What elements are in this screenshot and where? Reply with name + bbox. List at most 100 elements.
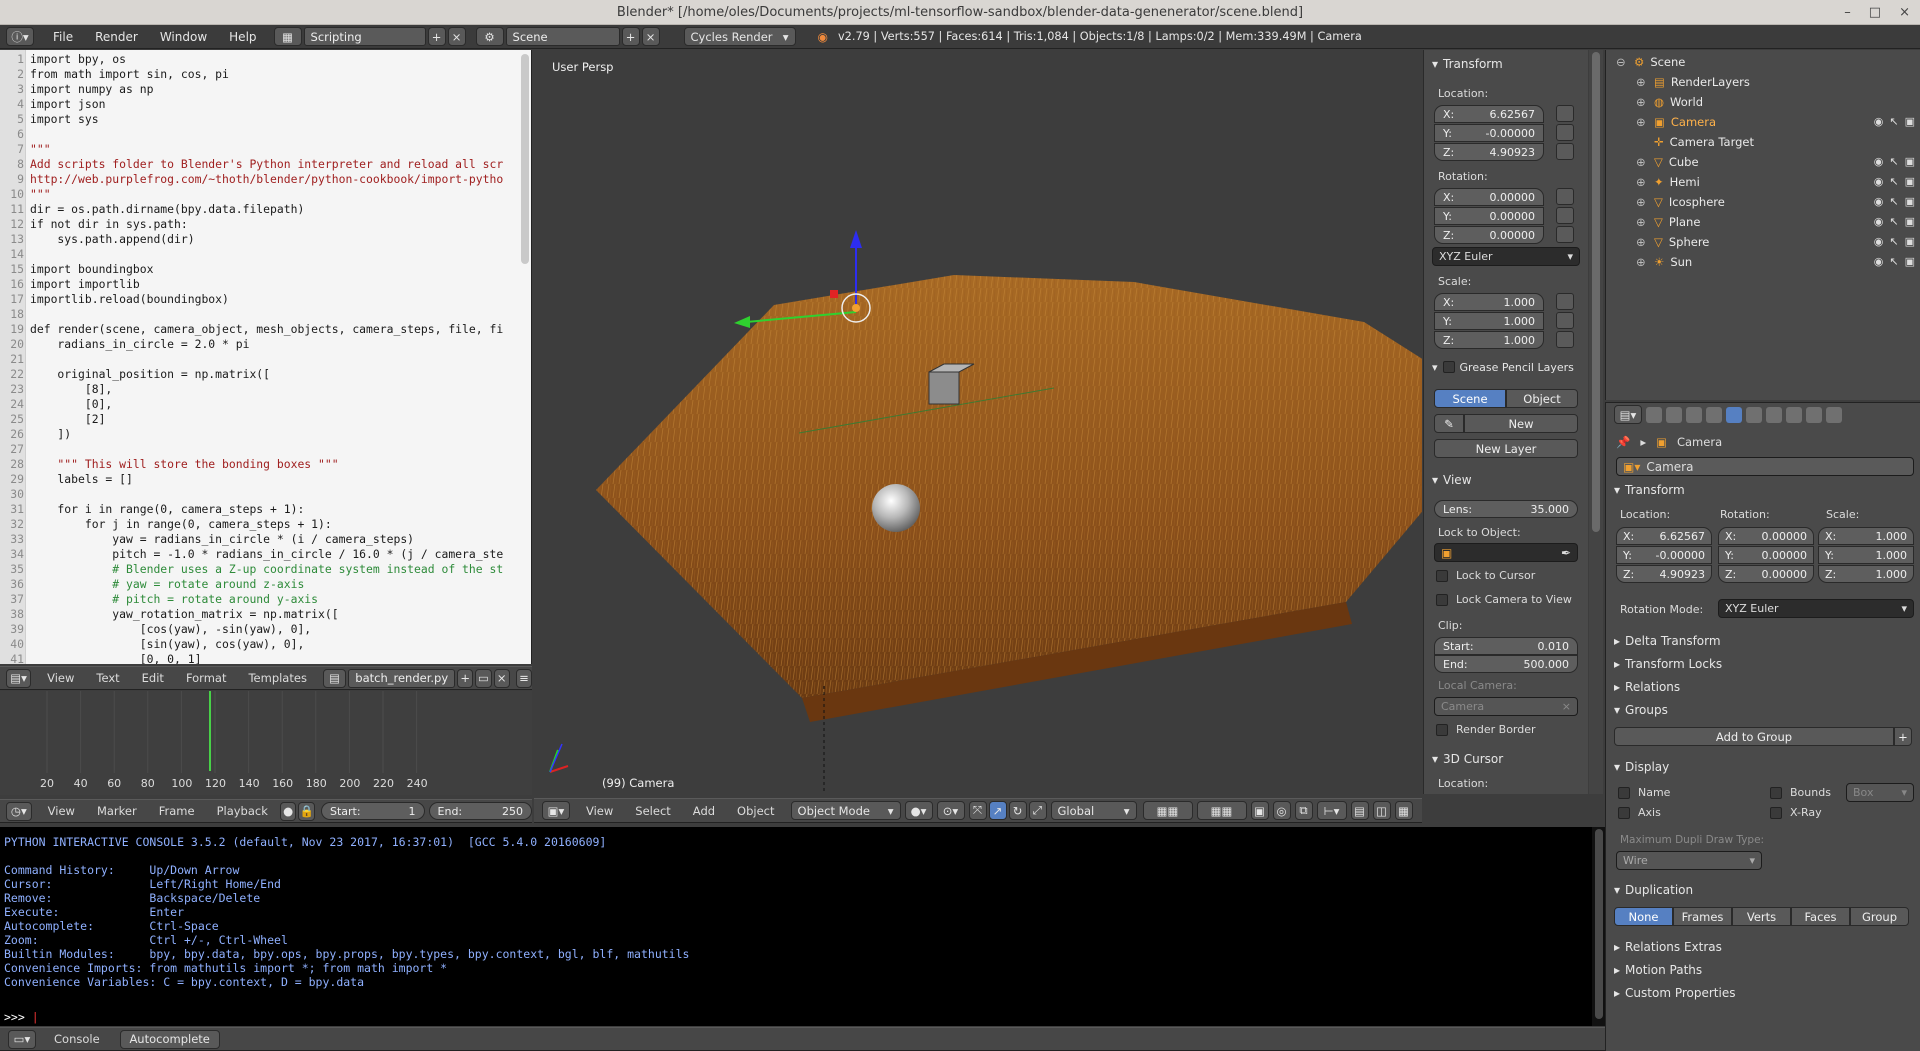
expand-toggle-icon[interactable]: ⊕ (1636, 255, 1650, 269)
lock-camera-row[interactable]: Lock Camera to View (1436, 593, 1572, 606)
render-icon[interactable]: ▣ (1250, 801, 1269, 820)
add-to-group-button[interactable]: Add to Group (1614, 727, 1894, 746)
lens-field[interactable]: Lens: 35.000 (1434, 500, 1578, 518)
code-line[interactable]: 23 [8], (0, 382, 525, 397)
viewport-menu-view[interactable]: View (586, 804, 613, 818)
local-camera-field[interactable]: Camera × (1434, 697, 1578, 716)
clear-icon[interactable]: × (1562, 700, 1571, 713)
physics-tab-icon[interactable] (1826, 406, 1842, 423)
duplication-tab[interactable]: Group (1850, 907, 1909, 926)
text-menu-templates[interactable]: Templates (248, 671, 306, 685)
end-frame-field[interactable]: End: 250 (428, 802, 533, 820)
viewport-menu-object[interactable]: Object (737, 804, 774, 818)
code-line[interactable]: 9 http://web.purplefrog.com/~thoth/blende… (0, 172, 525, 187)
animation-render-icon[interactable]: ▦ (1394, 801, 1413, 820)
cube-object[interactable] (928, 371, 960, 405)
lock-icon[interactable] (1556, 188, 1574, 205)
duplication-section-header[interactable]: ▾ Duplication (1614, 880, 1693, 900)
eye-icon[interactable]: ◉ (1874, 175, 1884, 188)
layers-grid-1[interactable]: ▦▦ (1142, 801, 1193, 820)
scene-field[interactable]: Scene (505, 27, 620, 46)
text-filename-field[interactable]: batch_render.py (348, 668, 456, 688)
lock-cursor-row[interactable]: Lock to Cursor (1436, 569, 1535, 582)
code-line[interactable]: 38 yaw_rotation_matrix = np.matrix([ (0, 607, 525, 622)
eye-icon[interactable]: ◉ (1874, 235, 1884, 248)
code-line[interactable]: 14 (0, 247, 525, 262)
expand-toggle-icon[interactable]: ⊕ (1636, 75, 1650, 89)
object-mode-dropdown[interactable]: Object Mode ▾ (790, 801, 901, 820)
dupli-draw-dropdown[interactable]: Wire ▾ (1616, 851, 1762, 870)
scale-manipulator-icon[interactable]: ⤢ (1028, 801, 1047, 820)
menu-window[interactable]: Window (149, 30, 218, 44)
menu-help[interactable]: Help (218, 30, 267, 44)
camera-icon[interactable]: ▣ (1905, 195, 1915, 208)
camera-render-icon[interactable]: ◫ (1372, 801, 1391, 820)
text-menu-text[interactable]: Text (96, 671, 119, 685)
autocomplete-button[interactable]: Autocomplete (119, 1029, 220, 1049)
expand-toggle-icon[interactable]: ⊕ (1636, 175, 1650, 189)
lock-icon[interactable] (1556, 293, 1574, 310)
text-editor[interactable]: 1 import bpy, os 2 from math import sin, co… (0, 50, 532, 664)
lock-icon[interactable] (1556, 143, 1574, 160)
code-line[interactable]: 33 yaw = radians_in_circle * (i / camera… (0, 532, 525, 547)
custom-properties-section-header[interactable]: ▸ Custom Properties (1614, 983, 1735, 1003)
view-section-header[interactable]: ▾ View (1432, 470, 1582, 490)
opengl-render-icon[interactable]: ▤ (1350, 801, 1369, 820)
object-name-field[interactable]: ▣▾ Camera (1616, 457, 1914, 476)
eye-icon[interactable]: ◉ (1874, 115, 1884, 128)
motion-paths-section-header[interactable]: ▸ Motion Paths (1614, 960, 1702, 980)
text-menu-format[interactable]: Format (186, 671, 227, 685)
code-line[interactable]: 20 radians_in_circle = 2.0 * pi (0, 337, 525, 352)
scene-icon[interactable]: ⚙ (475, 27, 504, 46)
constraints-tab-icon[interactable] (1746, 406, 1762, 423)
rotate-manipulator-icon[interactable]: ↻ (1008, 801, 1027, 820)
text-datablock-icon[interactable]: ▤ (322, 668, 347, 688)
code-line[interactable]: 30 (0, 487, 525, 502)
code-line[interactable]: 10 """ (0, 187, 525, 202)
lock-icon[interactable] (1556, 105, 1574, 122)
cursor-icon[interactable]: ↖ (1889, 115, 1898, 128)
code-line[interactable]: 19 def render(scene, camera_object, mesh_… (0, 322, 525, 337)
npanel-scrollbar[interactable] (1592, 52, 1600, 532)
3d-cursor-section-header[interactable]: ▾ 3D Cursor (1432, 749, 1582, 769)
info-editor-type-icon[interactable]: ⓘ▾ (6, 27, 34, 46)
cursor-icon[interactable]: ↖ (1889, 215, 1898, 228)
camera-icon[interactable]: ▣ (1905, 175, 1915, 188)
proportional-edit-icon[interactable]: ◎ (1272, 801, 1291, 820)
display-name-row[interactable]: Name (1618, 786, 1670, 799)
timeline-editor-type-icon[interactable]: ◷▾ (6, 801, 32, 821)
lock-icon[interactable] (1556, 207, 1574, 224)
duplication-tab[interactable]: Faces (1791, 907, 1850, 926)
code-line[interactable]: 21 (0, 352, 525, 367)
new-text-button[interactable]: + (457, 668, 474, 688)
expand-toggle-icon[interactable]: ⊕ (1636, 195, 1650, 209)
console-prompt[interactable]: >>> | (4, 1010, 39, 1024)
display-bounds-row[interactable]: Bounds (1770, 786, 1831, 799)
lock-object-field[interactable]: ▣ ✒ (1434, 543, 1578, 562)
eye-icon[interactable]: ◉ (1874, 255, 1884, 268)
obj-transform-header[interactable]: ▾ Transform (1614, 480, 1685, 500)
lock-icon[interactable]: 🔒 (298, 801, 315, 821)
cursor-icon[interactable]: ↖ (1889, 155, 1898, 168)
properties-editor-type-icon[interactable]: ▤▾ (1614, 405, 1642, 424)
obj-location-field[interactable]: Z: 4.90923 (1616, 565, 1712, 583)
code-line[interactable]: 11 dir = os.path.dirname(bpy.data.filepat… (0, 202, 525, 217)
delete-screen-button[interactable]: × (447, 27, 466, 46)
code-line[interactable]: 8 Add scripts folder to Blender's Python … (0, 157, 525, 172)
display-xray-checkbox[interactable] (1770, 806, 1782, 819)
code-line[interactable]: 12 if not dir in sys.path: (0, 217, 525, 232)
code-line[interactable]: 35 # Blender uses a Z-up coordinate syst… (0, 562, 525, 577)
code-line[interactable]: 16 import importlib (0, 277, 525, 292)
grease-pencil-checkbox[interactable] (1442, 361, 1455, 373)
lock-icon[interactable] (1556, 226, 1574, 243)
code-line[interactable]: 27 (0, 442, 525, 457)
display-bounds-checkbox[interactable] (1770, 786, 1782, 799)
code-line[interactable]: 32 for j in range(0, camera_steps + 1): (0, 517, 525, 532)
timeline-menu-playback[interactable]: Playback (217, 804, 268, 818)
obj-scale-field[interactable]: Z: 1.000 (1818, 565, 1914, 583)
viewport-menu-add[interactable]: Add (693, 804, 715, 818)
expand-toggle-icon[interactable]: ⊕ (1636, 155, 1650, 169)
outliner-item[interactable]: ⊕ ▽ Sphere ◉ ↖ ▣ (1606, 232, 1920, 251)
code-line[interactable]: 29 labels = [] (0, 472, 525, 487)
obj-scale-field[interactable]: Y: 1.000 (1818, 546, 1914, 564)
